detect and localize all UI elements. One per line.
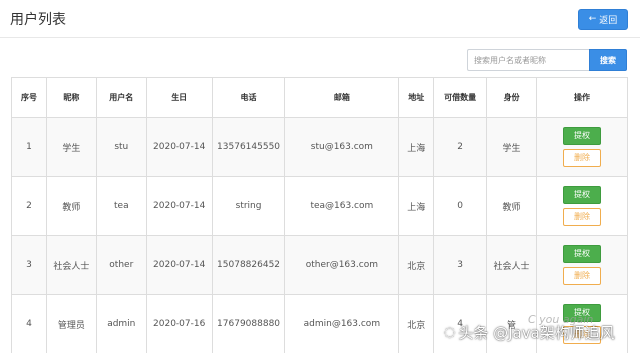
cell-address: 北京 <box>398 235 435 295</box>
cell-nickname: 教师 <box>45 176 97 236</box>
cell-index: 1 <box>11 117 47 177</box>
cell-index: 3 <box>11 235 47 295</box>
cell-birthday: 2020-07-16 <box>145 294 213 353</box>
watermark: ◌ 头条 @Java架构师追风 <box>444 322 615 343</box>
cell-index: 4 <box>11 294 47 353</box>
cell-actions: 提权 删除 <box>536 176 628 236</box>
page-header: 用户列表 ← 返回 <box>0 0 640 38</box>
user-table: 序号 昵称 用户名 生日 电话 邮箱 地址 可借数量 身份 操作 1 学生 st… <box>11 77 628 353</box>
cell-email: admin@163.com <box>284 294 400 353</box>
cell-username: tea <box>95 176 147 236</box>
cell-email: other@163.com <box>284 235 400 295</box>
delete-button[interactable]: 删除 <box>563 208 601 226</box>
grant-button[interactable]: 提权 <box>563 186 601 204</box>
table-row: 1 学生 stu 2020-07-14 13576145550 stu@163.… <box>11 117 628 177</box>
cell-role: 社会人士 <box>486 235 538 295</box>
page-title: 用户列表 <box>10 12 66 28</box>
column-header-birthday: 生日 <box>145 77 213 118</box>
column-header-role: 身份 <box>486 77 538 118</box>
cell-email: tea@163.com <box>284 176 400 236</box>
cell-address: 上海 <box>398 176 435 236</box>
grant-button[interactable]: 提权 <box>563 127 601 145</box>
search-button[interactable]: 搜索 <box>589 49 627 71</box>
cell-address: 北京 <box>398 294 435 353</box>
cell-nickname: 社会人士 <box>45 235 97 295</box>
cell-birthday: 2020-07-14 <box>145 176 213 236</box>
watermark-text: 头条 @Java架构师追风 <box>458 324 615 342</box>
cell-actions: 提权 删除 <box>536 235 628 295</box>
delete-button[interactable]: 删除 <box>563 267 601 285</box>
cell-phone: 17679088880 <box>211 294 286 353</box>
column-header-nickname: 昵称 <box>45 77 97 118</box>
cell-username: stu <box>95 117 147 177</box>
cell-birthday: 2020-07-14 <box>145 117 213 177</box>
cell-actions: 提权 删除 <box>536 117 628 177</box>
cell-email: stu@163.com <box>284 117 400 177</box>
delete-button[interactable]: 删除 <box>563 149 601 167</box>
grant-button[interactable]: 提权 <box>563 245 601 263</box>
wechat-icon: ◌ <box>444 325 456 340</box>
search-bar: 搜索 <box>467 49 627 71</box>
table-row: 3 社会人士 other 2020-07-14 15078826452 othe… <box>11 235 628 295</box>
cell-username: admin <box>95 294 147 353</box>
cell-role: 教师 <box>486 176 538 236</box>
column-header-username: 用户名 <box>95 77 147 118</box>
cell-phone: 13576145550 <box>211 117 286 177</box>
cell-borrow: 3 <box>433 235 488 295</box>
cell-nickname: 管理员 <box>45 294 97 353</box>
cell-username: other <box>95 235 147 295</box>
column-header-index: 序号 <box>11 77 47 118</box>
table-header-row: 序号 昵称 用户名 生日 电话 邮箱 地址 可借数量 身份 操作 <box>11 77 628 118</box>
cell-borrow: 2 <box>433 117 488 177</box>
cell-phone: 15078826452 <box>211 235 286 295</box>
column-header-borrow: 可借数量 <box>433 77 488 118</box>
column-header-phone: 电话 <box>211 77 286 118</box>
cell-index: 2 <box>11 176 47 236</box>
cell-borrow: 0 <box>433 176 488 236</box>
cell-address: 上海 <box>398 117 435 177</box>
back-button-label: 返回 <box>599 16 618 26</box>
cell-role: 学生 <box>486 117 538 177</box>
cell-phone: string <box>211 176 286 236</box>
table-row: 2 教师 tea 2020-07-14 string tea@163.com 上… <box>11 176 628 236</box>
column-header-address: 地址 <box>398 77 435 118</box>
column-header-actions: 操作 <box>536 77 628 118</box>
back-button[interactable]: ← 返回 <box>578 9 628 30</box>
search-input[interactable] <box>467 49 589 71</box>
cell-birthday: 2020-07-14 <box>145 235 213 295</box>
arrow-left-icon: ← <box>588 14 597 24</box>
column-header-email: 邮箱 <box>284 77 400 118</box>
cell-nickname: 学生 <box>45 117 97 177</box>
